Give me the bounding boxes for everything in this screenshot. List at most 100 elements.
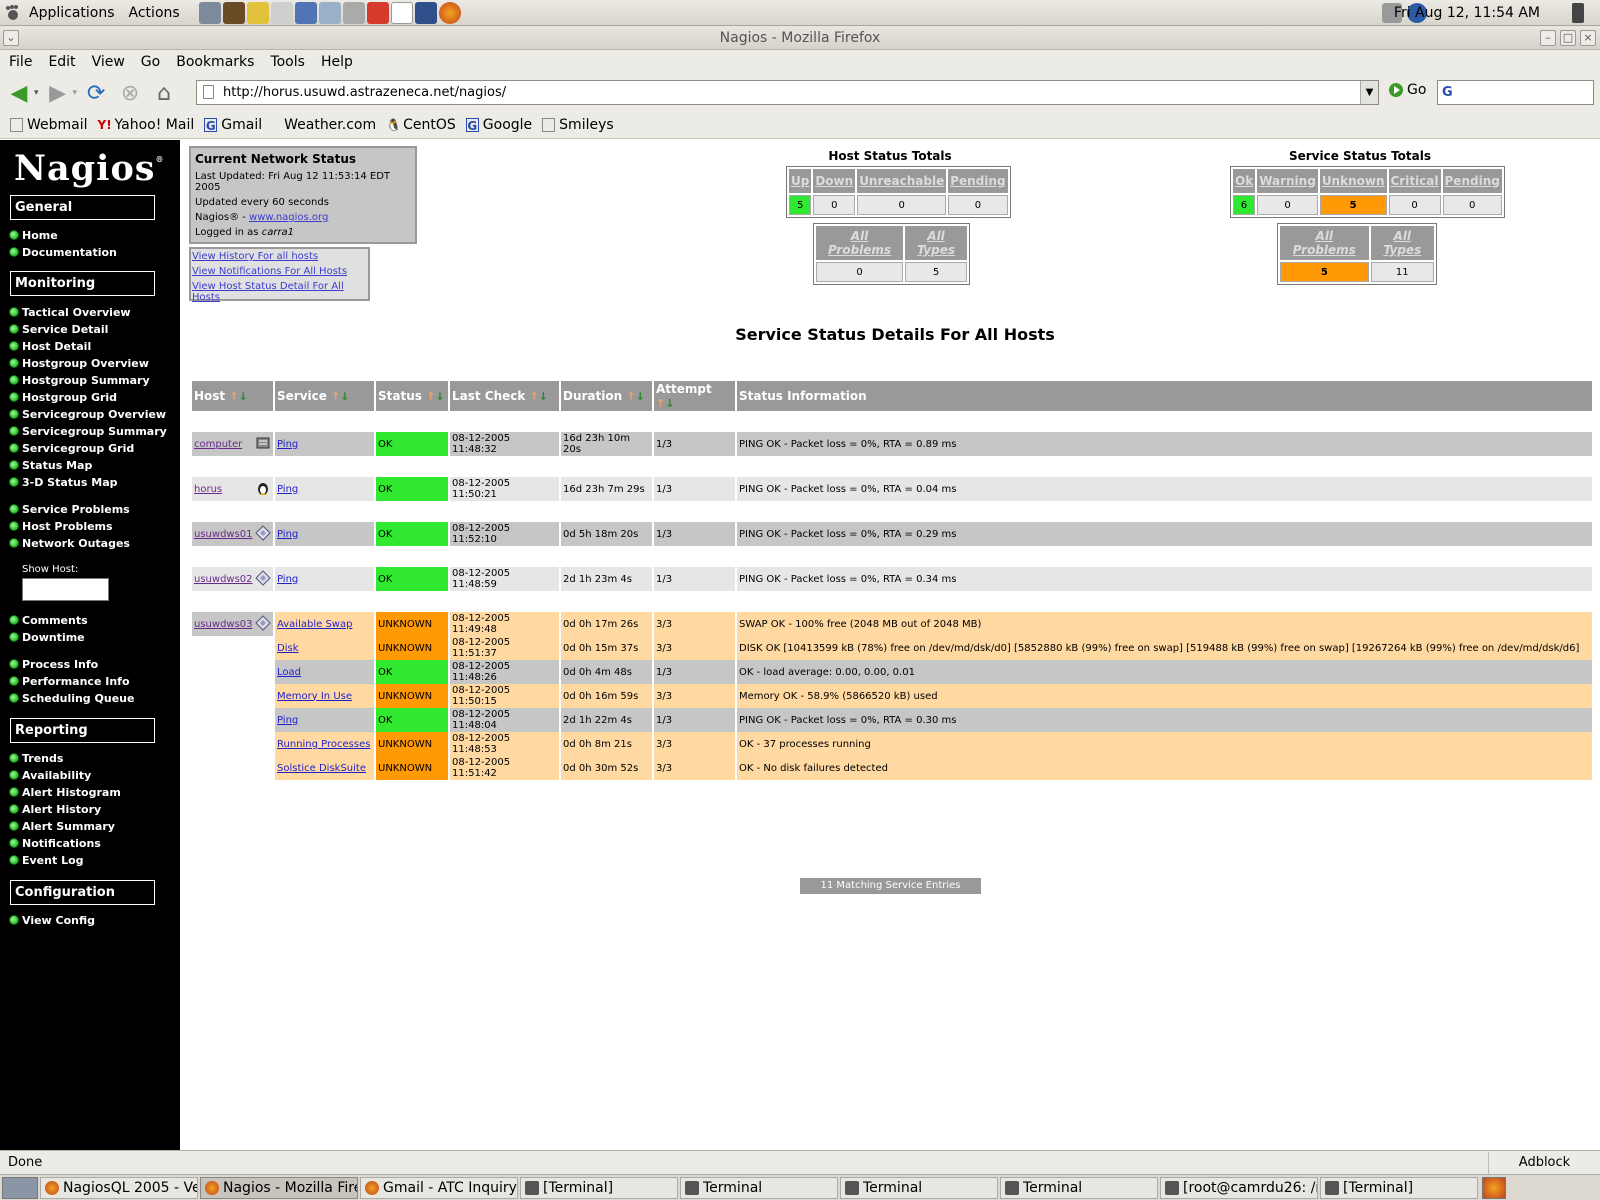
window-titlebar[interactable]: ⌄ Nagios - Mozilla Firefox – □ × [0,26,1600,50]
service-pending-header[interactable]: Pending [1442,169,1502,193]
service-link[interactable]: Load [277,667,301,678]
sidebar-item-tactical-overview[interactable]: Tactical Overview [9,305,131,319]
task-terminal-2[interactable]: Terminal [680,1176,838,1199]
sort-desc-icon[interactable]: ↓ [636,390,645,403]
gnome-foot-icon[interactable] [4,4,22,22]
sort-asc-icon[interactable]: ↑ [426,390,435,403]
task-terminal-5[interactable]: [Terminal] [1320,1176,1478,1199]
tools-launcher-icon[interactable] [342,1,365,24]
task-nagios-firefox[interactable]: Nagios - Mozilla Firefox [200,1176,358,1199]
host-link[interactable]: horus [194,484,222,495]
sidebar-item-home[interactable]: Home [9,228,58,242]
bookmark-google[interactable]: G Google [465,117,532,133]
bookmark-gmail[interactable]: G Gmail [204,117,262,133]
service-link[interactable]: Ping [277,484,298,495]
host-pending-header[interactable]: Pending [948,169,1008,193]
sort-asc-icon[interactable]: ↑ [656,397,665,410]
sidebar-item-event-log[interactable]: Event Log [9,853,84,867]
sort-asc-icon[interactable]: ↑ [229,390,238,403]
service-link[interactable]: Ping [277,715,298,726]
service-warning-header[interactable]: Warning [1257,169,1318,193]
volume-icon[interactable] [1572,3,1584,23]
service-link[interactable]: Solstice DiskSuite [277,763,366,774]
service-ok-header[interactable]: Ok [1233,169,1256,193]
reload-icon[interactable]: ⟳ [81,78,111,108]
forward-arrow-icon[interactable]: ▶ [43,78,73,108]
back-dropdown-icon[interactable]: ▾ [34,88,39,98]
host-down-header[interactable]: Down [813,169,856,193]
forward-dropdown-icon[interactable]: ▾ [73,88,78,98]
google-search-icon[interactable]: G [1442,85,1453,100]
host-link[interactable]: computer [194,439,242,450]
mail-launcher-icon[interactable] [294,1,317,24]
menu-go[interactable]: Go [133,54,168,70]
nagios-logo[interactable]: Nagios® [14,148,165,189]
sidebar-item-documentation[interactable]: Documentation [9,245,117,259]
bookmark-yahoo-mail[interactable]: Y! Yahoo! Mail [98,117,195,133]
bookmark-webmail[interactable]: Webmail [10,117,88,133]
workspace-switcher-icon[interactable] [1482,1176,1506,1199]
sidebar-item-process-info[interactable]: Process Info [9,657,98,671]
service-link[interactable]: Disk [277,643,298,654]
sort-desc-icon[interactable]: ↓ [340,390,349,403]
service-link[interactable]: Running Processes [277,739,370,750]
task-terminal-1[interactable]: [Terminal] [520,1176,678,1199]
show-desktop-icon[interactable] [2,1176,38,1199]
sidebar-item-notifications[interactable]: Notifications [9,836,101,850]
sidebar-item-servicegroup-grid[interactable]: Servicegroup Grid [9,441,134,455]
view-host-status-detail-link[interactable]: View Host Status Detail For All Hosts [192,281,344,303]
close-icon[interactable]: × [1580,30,1596,46]
service-link[interactable]: Available Swap [277,619,352,630]
host-up-header[interactable]: Up [789,169,812,193]
service-all-types-header[interactable]: All Types [1370,226,1434,260]
stop-icon[interactable]: ⊗ [115,78,145,108]
host-all-types-header[interactable]: All Types [905,226,967,260]
bookmark-weather[interactable]: Weather.com [284,117,376,133]
sort-desc-icon[interactable]: ↓ [435,390,444,403]
sidebar-item-downtime[interactable]: Downtime [9,630,85,644]
bookmark-centos[interactable]: 🐧 CentOS [386,117,456,133]
go-button[interactable]: Go [1389,82,1426,98]
panel-clock[interactable]: Fri Aug 12, 11:54 AM [1394,0,1540,26]
service-link[interactable]: Ping [277,574,298,585]
sidebar-item-scheduling-queue[interactable]: Scheduling Queue [9,691,134,705]
sidebar-item-alert-history[interactable]: Alert History [9,802,101,816]
sidebar-item-service-detail[interactable]: Service Detail [9,322,108,336]
sidebar-item-view-config[interactable]: View Config [9,913,95,927]
sidebar-item-alert-summary[interactable]: Alert Summary [9,819,115,833]
host-link[interactable]: usuwdws02 [194,574,253,585]
sort-desc-icon[interactable]: ↓ [665,397,674,410]
sidebar-item-host-problems[interactable]: Host Problems [9,519,113,533]
editor-launcher-icon[interactable] [270,1,293,24]
menu-edit[interactable]: Edit [40,54,83,70]
nagios-org-link[interactable]: www.nagios.org [249,212,328,223]
menu-bookmarks[interactable]: Bookmarks [168,54,262,70]
url-dropdown-icon[interactable]: ▼ [1360,81,1378,104]
lock-launcher-icon[interactable] [246,1,269,24]
home-icon[interactable]: ⌂ [149,78,179,108]
menu-file[interactable]: File [0,54,40,70]
db-launcher-icon[interactable] [366,1,389,24]
task-root-terminal[interactable]: [root@camrdu26: /root] [1160,1176,1318,1199]
applications-menu[interactable]: Applications [22,0,122,26]
firefox-launcher-icon[interactable] [438,1,461,24]
sidebar-item-trends[interactable]: Trends [9,751,63,765]
show-host-input[interactable] [22,578,109,601]
terminal-launcher-icon[interactable] [222,1,245,24]
adblock-button[interactable]: Adblock [1488,1152,1600,1174]
screen-launcher-icon[interactable] [414,1,437,24]
sidebar-item-comments[interactable]: Comments [9,613,88,627]
task-nagiosql[interactable]: NagiosQL 2005 - Versi [40,1176,198,1199]
maximize-icon[interactable]: □ [1560,30,1576,46]
sidebar-item-status-map[interactable]: Status Map [9,458,92,472]
sidebar-item-hostgroup-summary[interactable]: Hostgroup Summary [9,373,150,387]
task-terminal-3[interactable]: Terminal [840,1176,998,1199]
host-link[interactable]: usuwdws03 [194,619,253,630]
sort-desc-icon[interactable]: ↓ [239,390,248,403]
sidebar-item-service-problems[interactable]: Service Problems [9,502,130,516]
view-notifications-link[interactable]: View Notifications For All Hosts [192,266,347,277]
task-terminal-4[interactable]: Terminal [1000,1176,1158,1199]
document-launcher-icon[interactable] [390,1,413,24]
service-all-problems-header[interactable]: All Problems [1280,226,1369,260]
sidebar-item-alert-histogram[interactable]: Alert Histogram [9,785,121,799]
